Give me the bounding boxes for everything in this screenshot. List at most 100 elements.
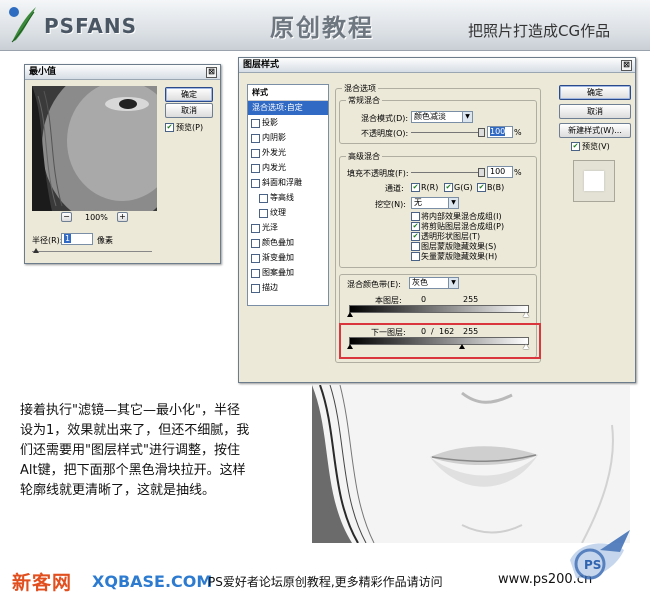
radius-unit: 像素 (97, 236, 113, 245)
fill-opacity-value: 100 (490, 167, 506, 176)
page-subtitle: 把照片打造成CG作品 (468, 22, 611, 40)
header-banner: PSFANS 原创教程 把照片打造成CG作品 (0, 0, 650, 51)
blend-mode-select[interactable]: 颜色减淡 (411, 111, 473, 123)
style-item-label: 纹理 (270, 208, 286, 217)
style-preview-swatch (573, 160, 615, 202)
style-checkbox[interactable] (251, 284, 260, 293)
style-item-contour[interactable]: 等高线 (248, 191, 328, 205)
style-item-texture[interactable]: 纹理 (248, 206, 328, 220)
style-item-label: 光泽 (262, 223, 278, 232)
page-title: 原创教程 (270, 14, 374, 42)
this-layer-black-slider[interactable] (347, 312, 353, 317)
filter-preview-image[interactable] (32, 86, 157, 211)
underlying-black-slider-left[interactable] (347, 344, 353, 349)
preview-face-closeup (32, 86, 157, 211)
opacity-slider-handle[interactable] (478, 128, 485, 137)
option-checkbox[interactable] (411, 212, 420, 221)
opacity-input[interactable]: 100 (487, 126, 513, 138)
style-item-inner-glow[interactable]: 内发光 (248, 161, 328, 175)
style-checkbox[interactable] (259, 194, 268, 203)
underlying-white-slider[interactable] (523, 344, 529, 349)
footer-tagline: PS爱好者论坛原创教程,更多精彩作品请访问 (208, 575, 443, 589)
styles-list: 样式 混合选项:自定 投影 内阴影 外发光 内发光 斜面和浮雕 等高线 纹理 光… (247, 84, 329, 306)
style-checkbox[interactable] (251, 269, 260, 278)
opacity-percent: % (514, 128, 522, 137)
style-item-pattern-overlay[interactable]: 图案叠加 (248, 266, 328, 280)
style-checkbox[interactable] (259, 209, 268, 218)
this-layer-white-slider[interactable] (523, 312, 529, 317)
style-item-gradient-overlay[interactable]: 渐变叠加 (248, 251, 328, 265)
channel-g-checkbox[interactable]: ✔ (444, 183, 453, 192)
style-checkbox[interactable] (251, 254, 260, 263)
zoom-in-button[interactable]: + (117, 212, 128, 222)
style-checkbox[interactable] (251, 179, 260, 188)
styles-header[interactable]: 样式 (248, 86, 328, 101)
close-icon[interactable]: ⊠ (621, 60, 632, 71)
style-item-stroke[interactable]: 描边 (248, 281, 328, 295)
fill-opacity-input[interactable]: 100 (487, 166, 513, 178)
style-preview-inner (584, 171, 604, 191)
blend-mode-value: 颜色减淡 (414, 112, 446, 121)
channel-b-label: B(B) (487, 183, 505, 192)
new-style-button[interactable]: 新建样式(W)... (559, 123, 631, 138)
channel-r-checkbox[interactable]: ✔ (411, 183, 420, 192)
radius-slider-track[interactable] (32, 251, 152, 252)
knockout-label: 挖空(N): (375, 200, 406, 209)
cancel-button[interactable]: 取消 (559, 104, 631, 119)
zoom-out-button[interactable]: − (61, 212, 72, 222)
style-item-drop-shadow[interactable]: 投影 (248, 116, 328, 130)
styles-header-label: 样式 (252, 88, 268, 97)
footer-bar: 新客网 XQBASE.COM PS爱好者论坛原创教程,更多精彩作品请访问 www… (0, 562, 650, 600)
style-item-label: 等高线 (270, 193, 294, 202)
opacity-slider-track[interactable] (411, 132, 481, 133)
channel-b-checkbox[interactable]: ✔ (477, 183, 486, 192)
style-checkbox[interactable] (251, 149, 260, 158)
option-checkbox[interactable]: ✔ (411, 222, 420, 231)
preview-checkbox[interactable]: ✔ (165, 123, 174, 132)
underlying-min: 0 (421, 327, 427, 336)
radius-input[interactable]: 1 (61, 233, 93, 245)
zoom-level: 100% (85, 213, 108, 222)
seal-text: PS (584, 558, 601, 572)
fill-opacity-percent: % (514, 168, 522, 177)
style-item-color-overlay[interactable]: 颜色叠加 (248, 236, 328, 250)
radius-slider-handle[interactable] (33, 248, 39, 253)
footer-site-url[interactable]: XQBASE.COM (92, 572, 212, 591)
style-checkbox[interactable] (251, 134, 260, 143)
preview-checkbox[interactable]: ✔ (571, 142, 580, 151)
style-checkbox[interactable] (251, 164, 260, 173)
underlying-black-slider-right[interactable] (459, 344, 465, 349)
style-item-satin[interactable]: 光泽 (248, 221, 328, 235)
fill-opacity-slider-handle[interactable] (478, 168, 485, 177)
layer-style-dialog: 图层样式 ⊠ 样式 混合选项:自定 投影 内阴影 外发光 内发光 斜面和浮雕 等… (238, 57, 636, 383)
style-item-label: 描边 (262, 283, 278, 292)
tutorial-instructions: 接着执行"滤镜—其它—最小化"，半径设为1，效果就出来了，但还不细腻，我们还需要… (20, 403, 250, 498)
option-checkbox[interactable] (411, 252, 420, 261)
underlying-slash: / (431, 327, 434, 336)
dialog-titlebar: 图层样式 ⊠ (239, 58, 635, 73)
style-item-inner-shadow[interactable]: 内阴影 (248, 131, 328, 145)
cancel-button[interactable]: 取消 (165, 103, 213, 118)
dialog-title: 最小值 (29, 67, 57, 77)
dialog-titlebar: 最小值 ⊠ (25, 65, 220, 80)
ok-button[interactable]: 确定 (559, 85, 631, 100)
style-item-blending-options[interactable]: 混合选项:自定 (248, 101, 328, 115)
general-blending-label: 常规混合 (346, 95, 382, 106)
fill-opacity-slider-track[interactable] (411, 172, 481, 173)
style-item-outer-glow[interactable]: 外发光 (248, 146, 328, 160)
blend-if-label: 混合颜色带(E): (347, 280, 401, 289)
style-item-bevel-emboss[interactable]: 斜面和浮雕 (248, 176, 328, 190)
close-icon[interactable]: ⊠ (206, 67, 217, 78)
option-checkbox[interactable] (411, 242, 420, 251)
blend-if-select[interactable]: 灰色 (409, 277, 459, 289)
style-item-label: 颜色叠加 (262, 238, 294, 247)
ok-button[interactable]: 确定 (165, 87, 213, 102)
this-layer-min: 0 (421, 295, 427, 304)
style-checkbox[interactable] (251, 239, 260, 248)
style-checkbox[interactable] (251, 224, 260, 233)
option-checkbox[interactable]: ✔ (411, 232, 420, 241)
blending-options-label: 混合选项 (342, 83, 378, 94)
knockout-select[interactable]: 无 (411, 197, 459, 209)
style-checkbox[interactable] (251, 119, 260, 128)
radius-value: 1 (64, 234, 72, 243)
